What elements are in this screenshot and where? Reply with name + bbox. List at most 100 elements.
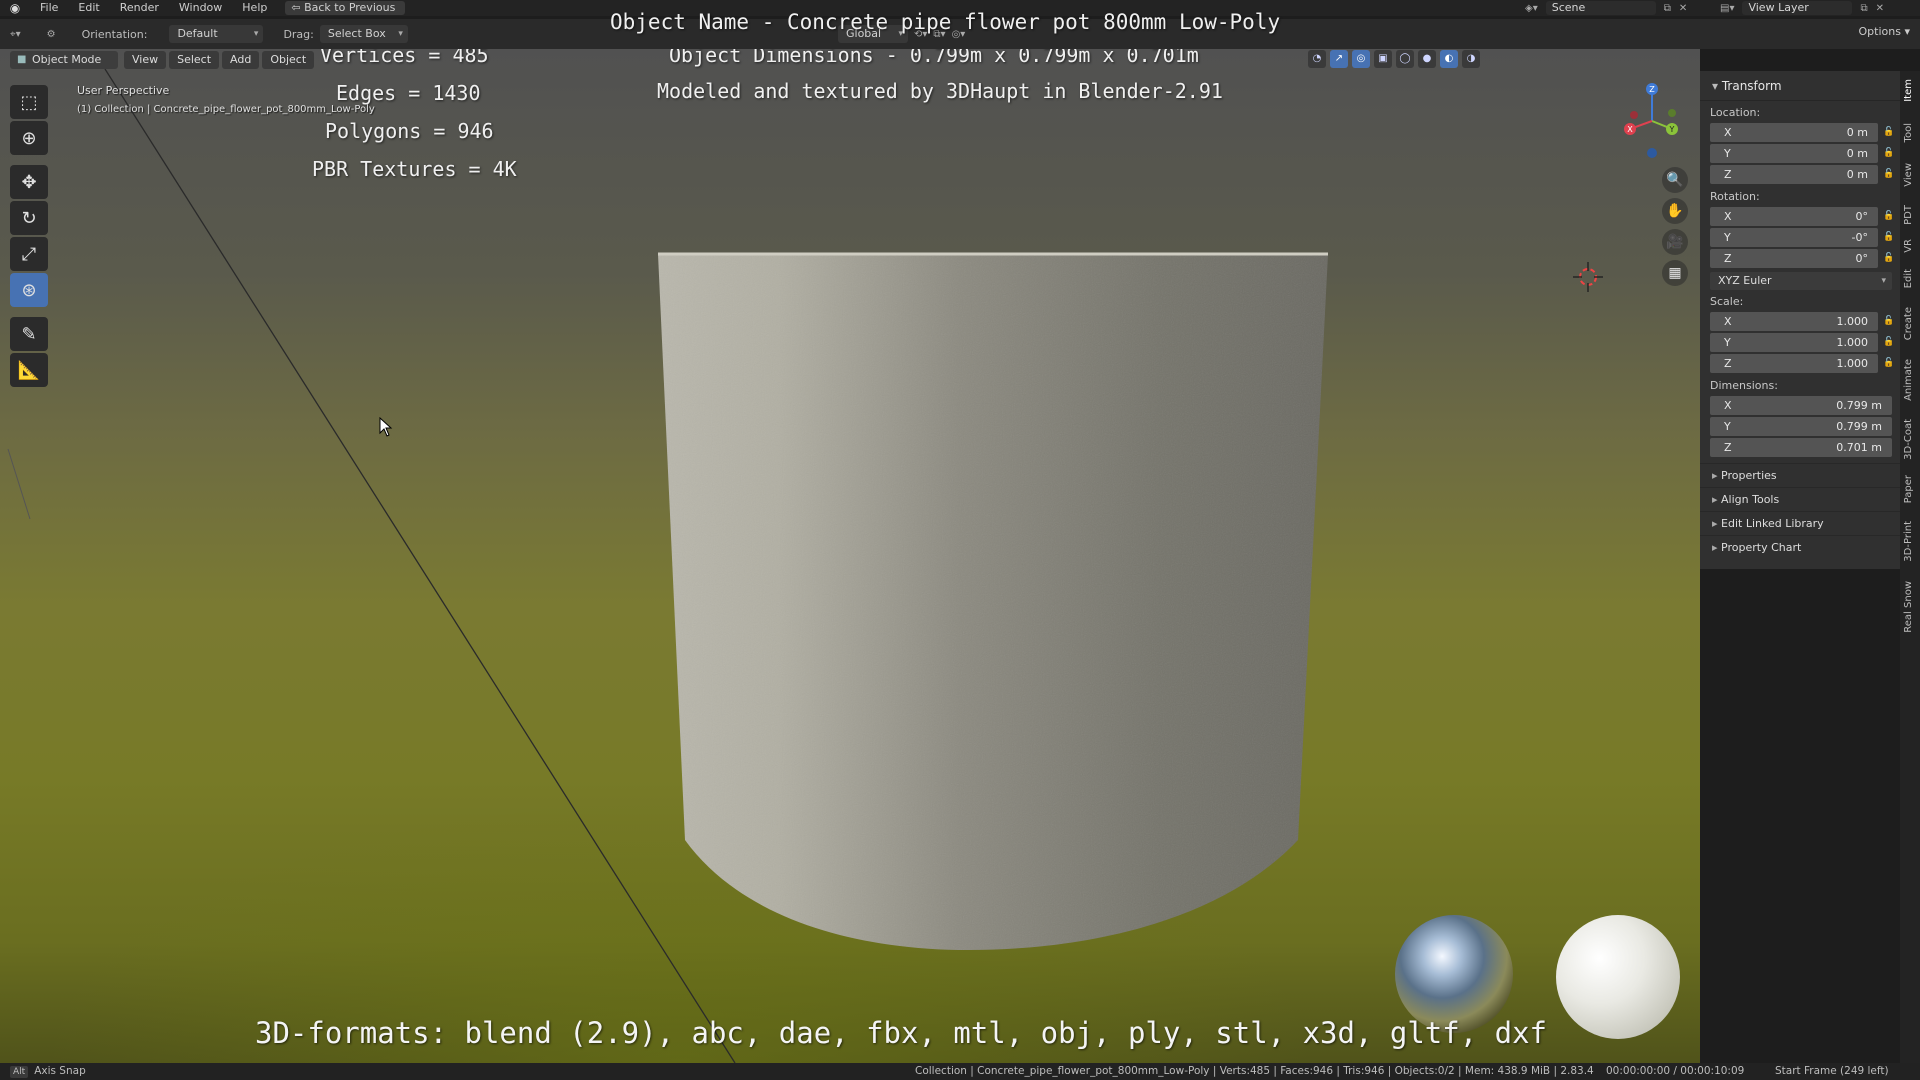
dimensions-x-row: X 0.799 m — [1700, 395, 1900, 415]
rotation-x-row: X 0° 🔓 — [1700, 206, 1900, 226]
move-icon[interactable]: ✥ — [10, 165, 48, 199]
tab-real-snow[interactable]: Real Snow — [1903, 581, 1914, 633]
menu-render[interactable]: Render — [110, 0, 169, 16]
formats-info: 3D-formats: blend (2.9), abc, dae, fbx, … — [255, 1016, 1548, 1050]
properties-panel-header[interactable]: Properties — [1700, 463, 1900, 487]
tab-vr[interactable]: VR — [1903, 239, 1914, 253]
zoom-icon[interactable]: 🔍 — [1662, 167, 1688, 193]
new-view-layer-icon[interactable]: ⧉ — [1860, 3, 1867, 14]
viewport-menu-add[interactable]: Add — [222, 51, 260, 69]
rotation-y-row: Y -0° 🔓 — [1700, 227, 1900, 247]
dimensions-y-value: 0.799 m — [1836, 419, 1882, 433]
rotation-x-field[interactable]: X 0° — [1710, 206, 1878, 226]
property-chart-panel-header[interactable]: Property Chart — [1700, 535, 1900, 559]
object-mode-dropdown[interactable]: Object Mode — [10, 51, 118, 69]
scale-y-field[interactable]: Y 1.000 — [1710, 332, 1878, 352]
tab-3d-print[interactable]: 3D-Print — [1903, 521, 1914, 562]
3d-cursor-icon — [1573, 262, 1603, 292]
lock-icon[interactable]: 🔓 — [1878, 169, 1900, 179]
orientation-dropdown[interactable]: Default — [169, 25, 264, 43]
tab-view[interactable]: View — [1903, 163, 1914, 187]
lock-icon[interactable]: 🔓 — [1878, 232, 1900, 242]
status-bar: Alt Axis Snap Collection | Concrete_pipe_… — [0, 1063, 1920, 1080]
gizmo-y-label: Y — [1669, 125, 1675, 134]
lock-icon[interactable]: 🔓 — [1878, 127, 1900, 137]
annotate-icon[interactable]: ✎ — [10, 317, 48, 351]
tab-tool[interactable]: Tool — [1903, 123, 1914, 142]
gizmo-z-label: Z — [1649, 85, 1655, 94]
3d-viewport[interactable]: Vertices = 485 Edges = 1430 Polygons = 9… — [0, 49, 1700, 1063]
transform-panel-header[interactable]: Transform — [1700, 71, 1900, 101]
cursor-icon[interactable]: ⊕ — [10, 121, 48, 155]
editor-type-icon[interactable]: ⌖▾ — [10, 29, 21, 40]
view-layer-icon[interactable]: ▤▾ — [1720, 3, 1734, 14]
options-label: Options — [1858, 25, 1901, 38]
location-z-field[interactable]: Z 0 m — [1710, 164, 1878, 184]
dimensions-y-field[interactable]: Y 0.799 m — [1710, 416, 1892, 436]
rotate-icon[interactable]: ↻ — [10, 201, 48, 235]
drag-dropdown[interactable]: Select Box — [319, 25, 408, 43]
scale-z-field[interactable]: Z 1.000 — [1710, 353, 1878, 373]
options-dropdown[interactable]: Options ▾ — [1859, 25, 1910, 38]
camera-view-icon[interactable]: 🎥 — [1662, 229, 1688, 255]
axis-snap-hint: Axis Snap — [34, 1065, 86, 1077]
lock-icon[interactable]: 🔓 — [1878, 337, 1900, 347]
menu-file[interactable]: File — [30, 0, 68, 16]
delete-scene-icon[interactable]: ✕ — [1679, 3, 1687, 14]
new-scene-icon[interactable]: ⧉ — [1664, 3, 1671, 14]
viewport-menu-object[interactable]: Object — [262, 51, 315, 69]
blender-logo-icon[interactable]: ◉ — [0, 1, 30, 15]
dimensions-x-field[interactable]: X 0.799 m — [1710, 395, 1892, 415]
location-y-field[interactable]: Y 0 m — [1710, 143, 1878, 163]
measure-icon[interactable]: 📐 — [10, 353, 48, 387]
scale-z-value: 1.000 — [1836, 356, 1869, 370]
scene-icon[interactable]: ◈▾ — [1525, 3, 1538, 14]
lock-icon[interactable]: 🔓 — [1878, 316, 1900, 326]
navigation-gizmo[interactable]: Z Y X — [1612, 81, 1692, 161]
active-tool-icon[interactable]: ⚙ — [47, 29, 56, 40]
edit-linked-library-panel-header[interactable]: Edit Linked Library — [1700, 511, 1900, 535]
scale-z-row: Z 1.000 🔓 — [1700, 353, 1900, 373]
dimensions-z-field[interactable]: Z 0.701 m — [1710, 437, 1892, 457]
lock-icon[interactable]: 🔓 — [1878, 211, 1900, 221]
sidebar-tabs: Item Tool View PDT VR Edit Create Animat… — [1900, 71, 1920, 1063]
back-to-previous-button[interactable]: ⇦ Back to Previous — [285, 1, 406, 15]
menu-window[interactable]: Window — [169, 0, 232, 16]
viewport-menu-view[interactable]: View — [124, 51, 167, 69]
concrete-pot-model[interactable] — [658, 250, 1328, 950]
scale-icon[interactable]: ⤢ — [10, 237, 48, 271]
scene-field[interactable]: Scene — [1545, 1, 1656, 15]
tab-pdt[interactable]: PDT — [1903, 205, 1914, 225]
select-box-icon[interactable]: ⬚ — [10, 85, 48, 119]
lock-icon[interactable]: 🔓 — [1878, 148, 1900, 158]
location-label: Location: — [1710, 106, 1761, 119]
location-x-value: 0 m — [1846, 125, 1868, 139]
scene-statistics: Collection | Concrete_pipe_flower_pot_80… — [915, 1065, 1594, 1077]
tab-paper[interactable]: Paper — [1903, 475, 1914, 503]
view-layer-field[interactable]: View Layer — [1742, 1, 1853, 15]
rotation-mode-dropdown[interactable]: XYZ Euler — [1710, 272, 1892, 290]
axis-label: Y — [1724, 230, 1731, 244]
lock-icon[interactable]: 🔓 — [1878, 358, 1900, 368]
delete-view-layer-icon[interactable]: ✕ — [1876, 3, 1884, 14]
scale-y-row: Y 1.000 🔓 — [1700, 332, 1900, 352]
ortho-grid-icon[interactable]: ▦ — [1662, 260, 1688, 286]
tab-3d-coat[interactable]: 3D-Coat — [1903, 419, 1914, 460]
pan-hand-icon[interactable]: ✋ — [1662, 198, 1688, 224]
menu-edit[interactable]: Edit — [68, 0, 109, 16]
tab-item[interactable]: Item — [1903, 79, 1914, 102]
location-z-value: 0 m — [1846, 167, 1868, 181]
tab-create[interactable]: Create — [1903, 307, 1914, 340]
transform-icon[interactable]: ⊛ — [10, 273, 48, 307]
menu-help[interactable]: Help — [232, 0, 277, 16]
location-x-field[interactable]: X 0 m — [1710, 122, 1878, 142]
axis-label: Y — [1724, 146, 1731, 160]
scale-x-field[interactable]: X 1.000 — [1710, 311, 1878, 331]
viewport-menu-select[interactable]: Select — [169, 51, 220, 69]
rotation-y-field[interactable]: Y -0° — [1710, 227, 1878, 247]
tab-animate[interactable]: Animate — [1903, 359, 1914, 401]
rotation-z-field[interactable]: Z 0° — [1710, 248, 1878, 268]
lock-icon[interactable]: 🔓 — [1878, 253, 1900, 263]
tab-edit[interactable]: Edit — [1903, 269, 1914, 288]
align-tools-panel-header[interactable]: Align Tools — [1700, 487, 1900, 511]
